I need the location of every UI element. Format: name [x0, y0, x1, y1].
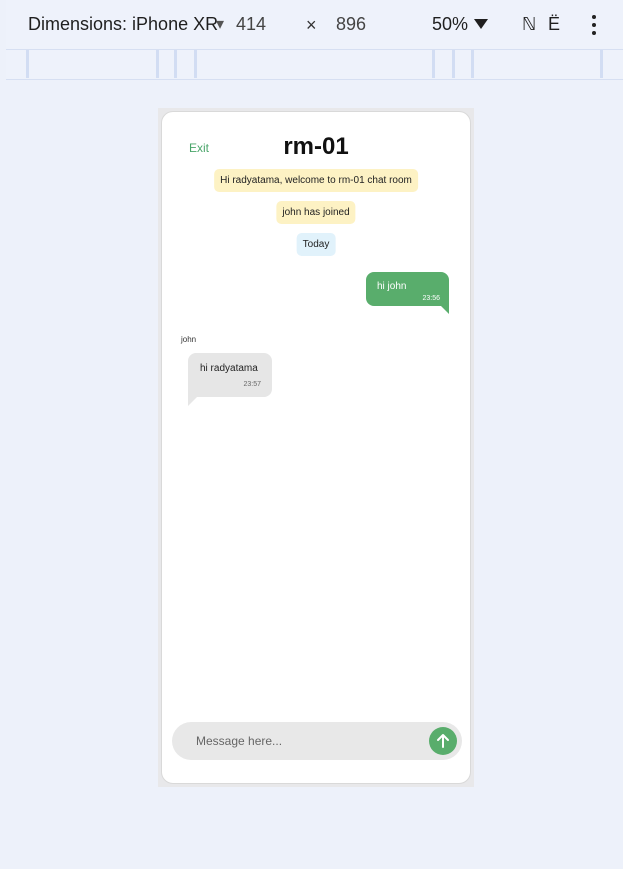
- chat-app: Exit rm-01 Hi radyatama, welcome to rm-0…: [161, 111, 471, 784]
- width-input[interactable]: 414: [236, 14, 296, 38]
- triangle-down-icon[interactable]: [474, 19, 488, 29]
- message-composer: [172, 722, 462, 760]
- incoming-message: hi radyatama 23:57: [188, 353, 272, 406]
- join-notice: john has joined: [276, 201, 356, 224]
- times-separator: ×: [306, 15, 317, 35]
- room-title: rm-01: [283, 133, 349, 160]
- date-divider: Today: [296, 233, 336, 256]
- device-frame: Exit rm-01 Hi radyatama, welcome to rm-0…: [158, 108, 474, 787]
- device-selector[interactable]: Dimensions: iPhone XR: [28, 14, 218, 35]
- message-time: 23:57: [243, 381, 261, 388]
- sender-name: john: [181, 335, 197, 344]
- send-button[interactable]: [429, 727, 457, 755]
- welcome-message: Hi radyatama, welcome to rm-01 chat room: [214, 169, 418, 192]
- message-time: 23:56: [422, 295, 440, 302]
- zoom-selector[interactable]: 50%: [432, 14, 468, 35]
- message-text: hi radyatama: [200, 363, 258, 374]
- kebab-menu-icon[interactable]: [584, 12, 604, 38]
- rotate-icon[interactable]: Ë: [548, 14, 560, 35]
- message-input[interactable]: [186, 722, 416, 760]
- outgoing-message: hi john 23:56: [366, 272, 449, 314]
- media-query-ruler[interactable]: [6, 50, 623, 80]
- throttle-icon[interactable]: ℕ: [522, 14, 536, 35]
- arrow-up-icon: [437, 734, 449, 748]
- devtools-device-toolbar: Dimensions: iPhone XR ▾ 414 × 896 50% ℕ …: [6, 0, 623, 50]
- height-input[interactable]: 896: [336, 14, 396, 38]
- device-selector-caret-icon[interactable]: ▾: [216, 14, 224, 34]
- message-text: hi john: [377, 281, 407, 292]
